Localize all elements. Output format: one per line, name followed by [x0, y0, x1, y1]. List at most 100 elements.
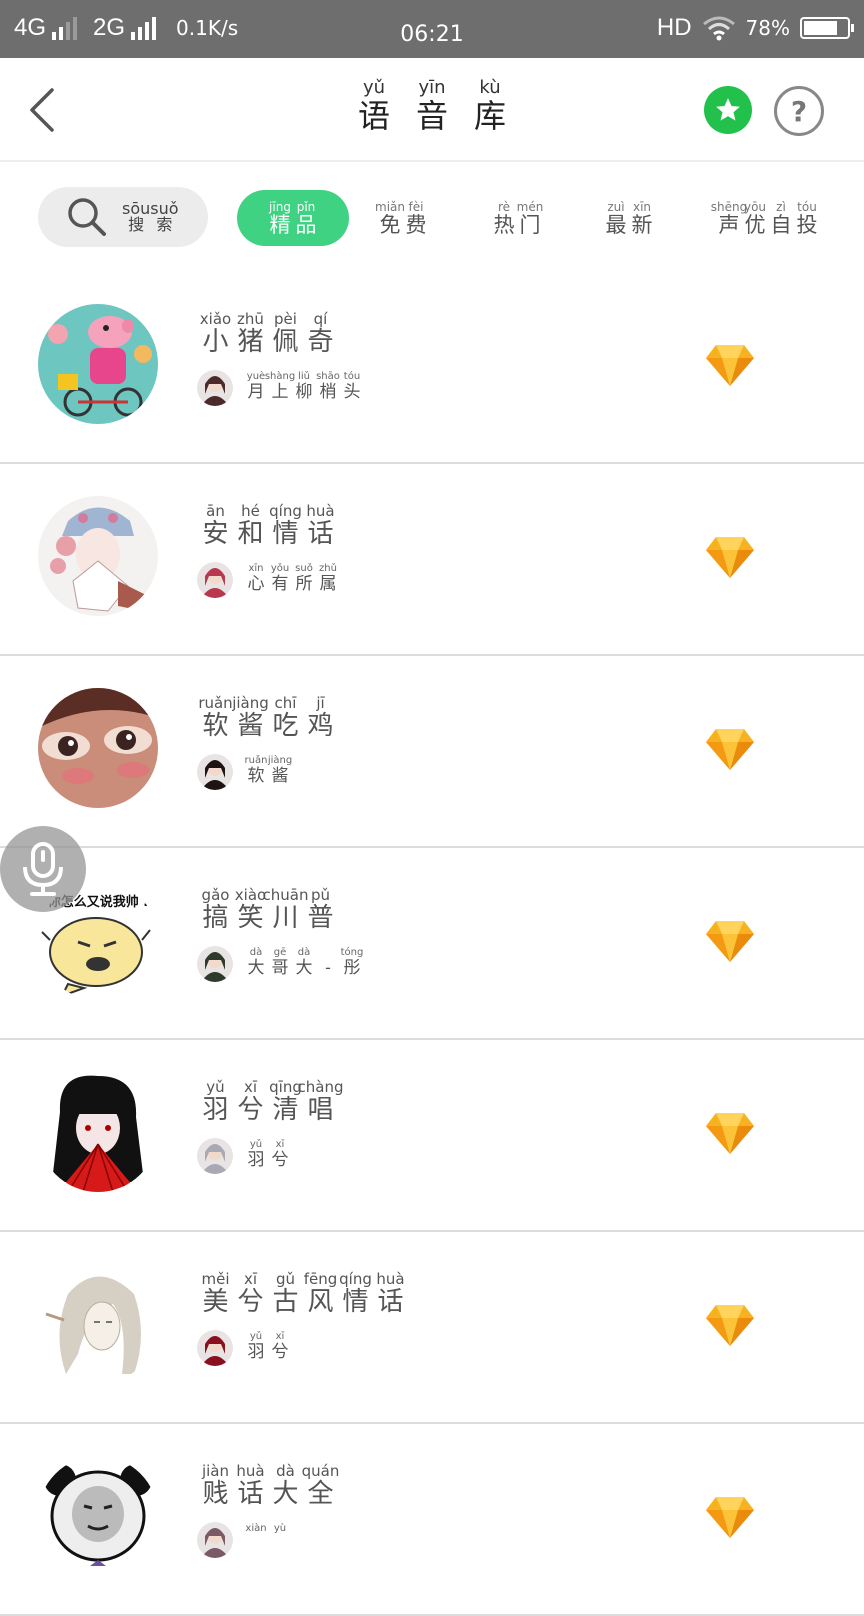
voice-pack-title: ruǎn 软 jiàng 酱 chī 吃 jī 鸡	[198, 694, 338, 741]
ruby-char: jiàng 酱	[232, 694, 269, 740]
pinyin: huà	[376, 1270, 405, 1288]
diamond-icon	[704, 1494, 756, 1540]
hanzi: 费	[405, 212, 427, 237]
hanzi: 彤	[343, 958, 361, 978]
ruby-char: zì 自	[768, 201, 794, 236]
ruby-char: ruǎn 软	[244, 756, 268, 785]
ruby-char: xī 兮	[268, 1332, 292, 1361]
hanzi: 吃	[272, 711, 299, 741]
wifi-icon	[702, 16, 735, 41]
ruby-char: gǔ 古	[268, 1270, 303, 1316]
battery-level	[804, 21, 837, 35]
voice-pack-title: yǔ 羽 xī 兮 qīng 清 chàng 唱	[198, 1078, 343, 1125]
pinyin: fèi	[408, 199, 424, 214]
ruby-char: yù	[268, 1524, 292, 1553]
tab-shengyou-zitou[interactable]: shēng 声 yōu 优 zì 自 tóu 投	[706, 190, 830, 246]
hanzi: 酱	[271, 766, 289, 786]
hanzi: 热	[493, 212, 515, 237]
author-name: yǔ 羽 xī 兮	[244, 1332, 292, 1361]
list-item[interactable]: xiǎo 小 zhū 猪 pèi 佩 qí 奇 yuè 月 shàng 上 liǔ 柳 shāo 梢 tóu 头	[0, 272, 864, 464]
tab-zuixin[interactable]: zuì 最 xīn 新	[586, 190, 672, 246]
floating-mic-button[interactable]	[0, 826, 86, 912]
pinyin: yǔ	[206, 1078, 225, 1096]
voice-pack-avatar	[38, 304, 158, 424]
list-item[interactable]: 你怎么又说我帅 . gǎo 搞 xiào 笑 chuān 川 pǔ 普 dà 大 gē 哥 dà 大 - tó…	[0, 848, 864, 1040]
pinyin: suǒ	[295, 563, 313, 574]
voice-pack-title: xiǎo 小 zhū 猪 pèi 佩 qí 奇	[198, 312, 338, 357]
ruby-char: pǐn 品	[293, 201, 319, 236]
pinyin: gǔ	[275, 1270, 296, 1288]
ruby-char: gǎo 搞	[198, 888, 233, 932]
list-item[interactable]: ruǎn 软 jiàng 酱 chī 吃 jī 鸡 ruǎn 软 jiàng 酱	[0, 656, 864, 848]
diamond-icon	[704, 918, 756, 964]
favorites-button[interactable]	[704, 86, 752, 134]
pinyin: zhǔ	[319, 563, 337, 574]
pinyin: rè	[497, 199, 511, 214]
hanzi: 羽	[247, 1342, 265, 1362]
hanzi: 情	[272, 519, 299, 549]
help-button[interactable]: ?	[774, 86, 824, 136]
ruby-char: qíng 情	[338, 1272, 373, 1316]
ruby-char: ān 安	[198, 504, 233, 548]
hanzi: 索	[156, 215, 173, 234]
pinyin: chuān	[262, 886, 309, 904]
ruby-char: huà 话	[233, 1464, 268, 1509]
hanzi	[277, 1536, 282, 1553]
ruby-char: quán 全	[302, 1464, 340, 1508]
pinyin: xī	[275, 1139, 285, 1150]
ruby-char: hé 和	[233, 504, 268, 548]
ruby-char: miǎn 免	[375, 201, 405, 237]
list-item[interactable]: ān 安 hé 和 qíng 情 huà 话 xīn 心 yǒu 有 suǒ 所 zhǔ 属	[0, 464, 864, 656]
tab-label: rè 热 mén 门	[491, 201, 544, 236]
page-title-text: yǔ 语 yīn 音 kù 库	[345, 79, 519, 133]
tab-jingpin[interactable]: jīng 精 pǐn 品	[237, 190, 349, 246]
pinyin: tóng	[340, 947, 364, 958]
author-name: dà 大 gē 哥 dà 大 - tóng 彤	[244, 948, 364, 977]
search-icon	[68, 198, 106, 236]
voice-pack-title: jiàn 贱 huà 话 dà 大 quán 全	[198, 1462, 340, 1509]
ruby-char: pǔ 普	[303, 888, 338, 932]
pinyin: ruǎn	[198, 694, 233, 712]
hanzi: 美	[202, 1287, 229, 1317]
list-item[interactable]: měi 美 xī 兮 gǔ 古 fēng 风 qíng 情 huà 话 yǔ 羽 xī 兮	[0, 1232, 864, 1424]
ruby-char: rè 热	[491, 201, 517, 236]
list-item[interactable]: yǔ 羽 xī 兮 qīng 清 chàng 唱 yǔ 羽 xī 兮	[0, 1040, 864, 1232]
ruby-char: suǒ 所	[292, 564, 316, 593]
hanzi: 小	[202, 327, 229, 357]
hanzi: 头	[343, 382, 361, 402]
pinyin: jiàn	[201, 1462, 230, 1480]
author-avatar	[197, 946, 233, 982]
pinyin: xī	[243, 1270, 258, 1288]
hanzi: 笑	[237, 903, 264, 933]
author-avatar	[197, 754, 233, 790]
tab-mianfei[interactable]: miǎn 免 fèi 费	[360, 190, 446, 246]
hanzi: 搜	[128, 215, 145, 234]
hanzi: 兮	[237, 1095, 264, 1125]
ruby-char: yǔ 羽	[244, 1140, 268, 1169]
hanzi	[253, 1536, 258, 1553]
pinyin: xīn	[632, 199, 652, 214]
ruby-char: dà 大	[268, 1464, 303, 1508]
search-button[interactable]: sōu 搜 suǒ 索	[38, 187, 208, 247]
list-item[interactable]: jiàn 贱 huà 话 dà 大 quán 全 xiàn yù	[0, 1424, 864, 1616]
ruby-char: měi 美	[198, 1270, 233, 1317]
ruby-char: xī 兮	[233, 1270, 268, 1317]
hanzi: 品	[295, 212, 317, 237]
hanzi: 兮	[237, 1287, 264, 1317]
pinyin: tóu	[797, 199, 817, 214]
question-icon: ?	[790, 94, 808, 128]
tab-label: miǎn 免 fèi 费	[375, 199, 429, 237]
ruby-char: jī 鸡	[303, 696, 338, 740]
ruby-char: -	[316, 948, 340, 977]
pinyin: jiàng	[232, 694, 269, 712]
pinyin: yǒu	[270, 563, 290, 574]
pinyin: měi	[201, 1270, 230, 1288]
hanzi: 免	[379, 212, 401, 237]
author-name: yǔ 羽 xī 兮	[244, 1140, 292, 1169]
pinyin: xiào	[234, 886, 267, 904]
pinyin: yǔ	[249, 1331, 263, 1342]
ruby-char: jiàng 酱	[268, 756, 292, 785]
hanzi: 话	[237, 1479, 264, 1509]
tab-remen[interactable]: rè 热 mén 门	[474, 190, 560, 246]
diamond-icon	[704, 1302, 756, 1348]
